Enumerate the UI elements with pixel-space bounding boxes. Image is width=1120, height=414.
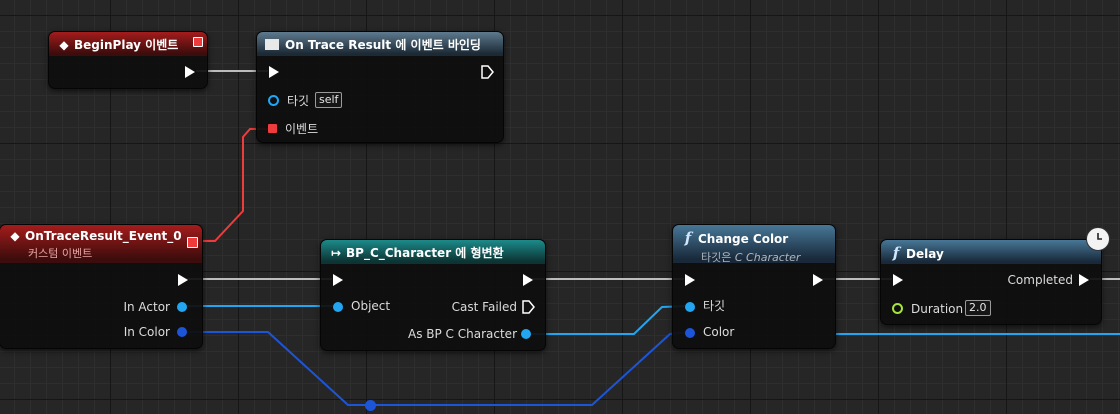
delay-duration-value[interactable]: 2.0 xyxy=(965,300,991,316)
delay-node[interactable]: f Delay Completed Duration 2.0 xyxy=(880,239,1102,325)
beginplay-title: BeginPlay 이벤트 xyxy=(74,38,179,52)
function-icon: f xyxy=(892,244,900,262)
change-color-header[interactable]: f Change Color 타깃은 C Character xyxy=(673,225,835,265)
bind-event-header[interactable]: On Trace Result 에 이벤트 바인딩 xyxy=(257,32,503,56)
object-wire-cast-target[interactable] xyxy=(528,305,689,335)
bind-event-target-pin[interactable] xyxy=(268,95,279,106)
cast-failed-exec-pin[interactable] xyxy=(522,300,536,314)
change-color-color-pin[interactable] xyxy=(685,328,695,338)
change-color-target-label: 타깃 xyxy=(703,299,726,313)
delay-duration-pin[interactable] xyxy=(892,303,903,314)
bind-event-target-value[interactable]: self xyxy=(315,92,343,108)
cast-failed-label: Cast Failed xyxy=(451,300,517,314)
bind-event-event-pin[interactable] xyxy=(268,124,277,133)
custom-event-delegate-pin[interactable] xyxy=(187,237,198,248)
beginplay-header[interactable]: ◆ BeginPlay 이벤트 xyxy=(49,32,207,56)
function-icon: f xyxy=(684,229,692,247)
custom-event-subtitle: 커스텀 이벤트 xyxy=(28,247,93,260)
cast-header[interactable]: ↦ BP_C_Character 에 형변환 xyxy=(321,240,545,264)
change-color-node[interactable]: f Change Color 타깃은 C Character 타깃 Color xyxy=(672,224,836,349)
custom-event-exec-out-pin[interactable] xyxy=(178,274,188,286)
delay-duration-label: Duration xyxy=(911,302,964,316)
delay-completed-pin[interactable] xyxy=(1079,274,1089,286)
delay-title: Delay xyxy=(906,247,944,261)
change-color-title: Change Color xyxy=(698,232,789,246)
reroute-node[interactable] xyxy=(365,400,376,411)
change-color-color-label: Color xyxy=(703,325,735,339)
beginplay-delegate-pin[interactable] xyxy=(193,37,203,47)
cast-object-label: Object xyxy=(351,299,391,313)
in-color-label: In Color xyxy=(123,325,170,339)
as-character-pin[interactable] xyxy=(521,329,531,339)
bind-event-icon xyxy=(265,39,279,50)
in-actor-pin[interactable] xyxy=(177,302,187,312)
event-diamond-icon: ◆ xyxy=(10,229,20,243)
change-color-subtitle: 타깃은 C Character xyxy=(681,249,827,265)
as-character-label: As BP C Character xyxy=(408,327,517,341)
bind-event-event-label: 이벤트 xyxy=(285,122,319,136)
cast-object-pin[interactable] xyxy=(333,302,343,312)
custom-event-header[interactable]: ◆ OnTraceResult_Event_0 커스텀 이벤트 xyxy=(0,225,202,263)
in-color-pin[interactable] xyxy=(177,327,187,337)
delay-header[interactable]: f Delay xyxy=(881,240,1101,264)
clock-icon xyxy=(1086,227,1110,251)
delay-completed-label: Completed xyxy=(1007,273,1073,287)
custom-event-title: OnTraceResult_Event_0 xyxy=(25,229,182,243)
bind-event-exec-in-pin[interactable] xyxy=(269,66,279,78)
cast-title: BP_C_Character 에 형변환 xyxy=(346,246,504,260)
event-diamond-icon: ◆ xyxy=(59,38,69,52)
in-actor-label: In Actor xyxy=(123,300,170,314)
change-color-exec-in-pin[interactable] xyxy=(685,274,695,286)
custom-event-node[interactable]: ◆ OnTraceResult_Event_0 커스텀 이벤트 In Actor … xyxy=(0,224,203,349)
event-delegate-wire[interactable] xyxy=(190,128,272,242)
beginplay-event-node[interactable]: ◆ BeginPlay 이벤트 xyxy=(48,31,208,89)
bind-event-title: On Trace Result 에 이벤트 바인딩 xyxy=(285,38,481,52)
cast-arrow-icon: ↦ xyxy=(330,246,342,260)
cast-node[interactable]: ↦ BP_C_Character 에 형변환 Object Cast Failed… xyxy=(320,239,546,351)
change-color-target-pin[interactable] xyxy=(685,302,695,312)
cast-exec-in-pin[interactable] xyxy=(333,274,343,286)
change-color-subtitle-class: C Character xyxy=(734,251,801,264)
change-color-subtitle-prefix: 타깃은 xyxy=(701,251,732,264)
delay-exec-in-pin[interactable] xyxy=(893,274,903,286)
bind-event-exec-out-pin[interactable] xyxy=(481,65,495,79)
cast-exec-out-pin[interactable] xyxy=(523,274,533,286)
beginplay-exec-out-pin[interactable] xyxy=(185,66,195,78)
bind-event-target-label: 타깃 xyxy=(287,94,310,108)
change-color-exec-out-pin[interactable] xyxy=(813,274,823,286)
bind-event-node[interactable]: On Trace Result 에 이벤트 바인딩 타깃 self 이벤트 xyxy=(256,31,504,143)
